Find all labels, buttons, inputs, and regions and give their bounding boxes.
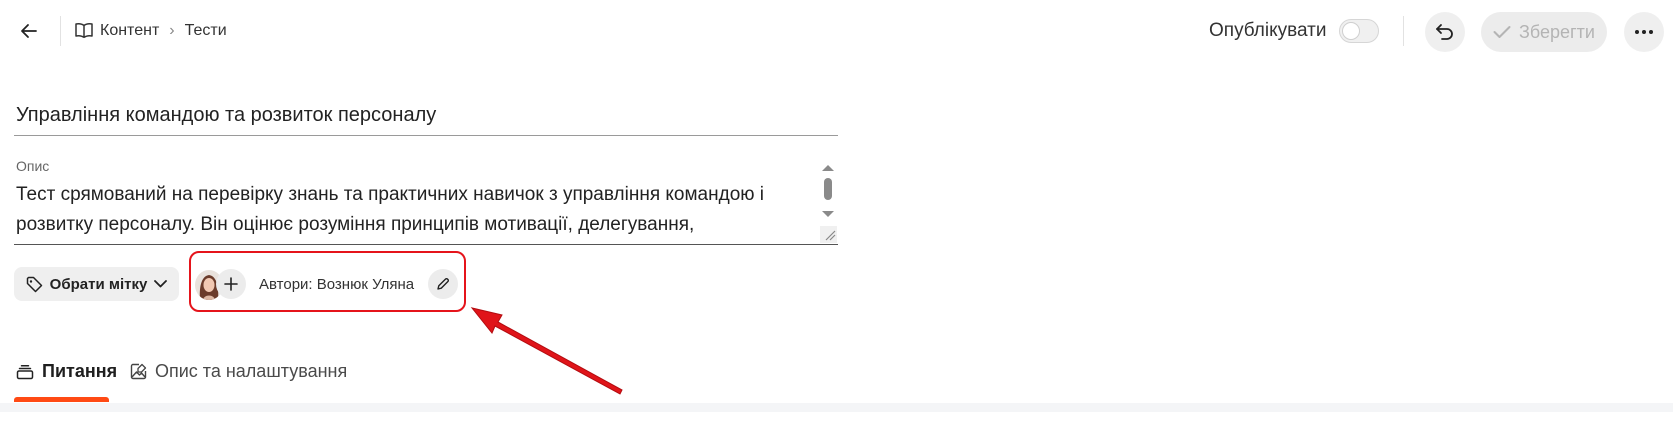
undo-icon xyxy=(1436,24,1453,40)
breadcrumb-separator-icon: › xyxy=(169,22,175,39)
add-author-button[interactable] xyxy=(216,269,246,299)
publish-toggle[interactable] xyxy=(1338,19,1379,43)
back-button[interactable] xyxy=(14,16,44,46)
breadcrumb-page[interactable]: Тести xyxy=(185,22,227,40)
plus-icon xyxy=(224,277,238,291)
tab-questions-label: Питання xyxy=(42,361,118,381)
tab-description-settings[interactable]: Опис та налаштування xyxy=(130,361,347,382)
description-textarea[interactable]: Тест срямований на перевірку знань та пр… xyxy=(16,180,816,234)
more-options-button[interactable] xyxy=(1624,12,1664,52)
arrow-left-icon xyxy=(21,24,37,38)
save-button[interactable]: Зберегти xyxy=(1481,12,1607,52)
select-tag-button[interactable]: Обрати мітку xyxy=(14,267,179,301)
breadcrumb: Контент › Тести xyxy=(74,20,227,42)
annotation-arrow xyxy=(470,307,623,395)
select-tag-label: Обрати мітку xyxy=(49,275,148,293)
chevron-down-icon xyxy=(154,280,168,288)
active-tab-indicator xyxy=(14,397,109,402)
undo-button[interactable] xyxy=(1425,12,1465,52)
title-underline xyxy=(14,135,838,136)
header-divider-right xyxy=(1403,16,1404,46)
description-underline xyxy=(14,244,838,245)
check-icon xyxy=(1493,26,1511,38)
authors-text: Автори: Вознюк Уляна xyxy=(259,276,415,293)
breadcrumb-section[interactable]: Контент xyxy=(100,22,159,40)
edit-authors-button[interactable] xyxy=(428,269,458,299)
tab-questions[interactable]: Питання xyxy=(16,361,117,382)
tabs-bottom-band xyxy=(0,403,1673,412)
more-icon xyxy=(1635,30,1653,34)
pencil-icon xyxy=(437,277,450,290)
book-icon xyxy=(75,23,93,39)
description-scrollbar[interactable] xyxy=(818,160,838,244)
stack-icon xyxy=(16,364,34,379)
publish-control: Опублікувати xyxy=(1209,19,1379,43)
tag-icon xyxy=(26,276,42,292)
test-title-input[interactable]: Управління командою та розвиток персонал… xyxy=(16,104,838,127)
image-edit-icon xyxy=(130,363,147,380)
toggle-knob xyxy=(1341,22,1360,40)
publish-label: Опублікувати xyxy=(1209,20,1327,41)
description-label: Опис xyxy=(16,158,50,174)
header-divider xyxy=(60,16,61,46)
tab-description-settings-label: Опис та налаштування xyxy=(155,361,348,381)
save-label: Зберегти xyxy=(1519,21,1595,42)
